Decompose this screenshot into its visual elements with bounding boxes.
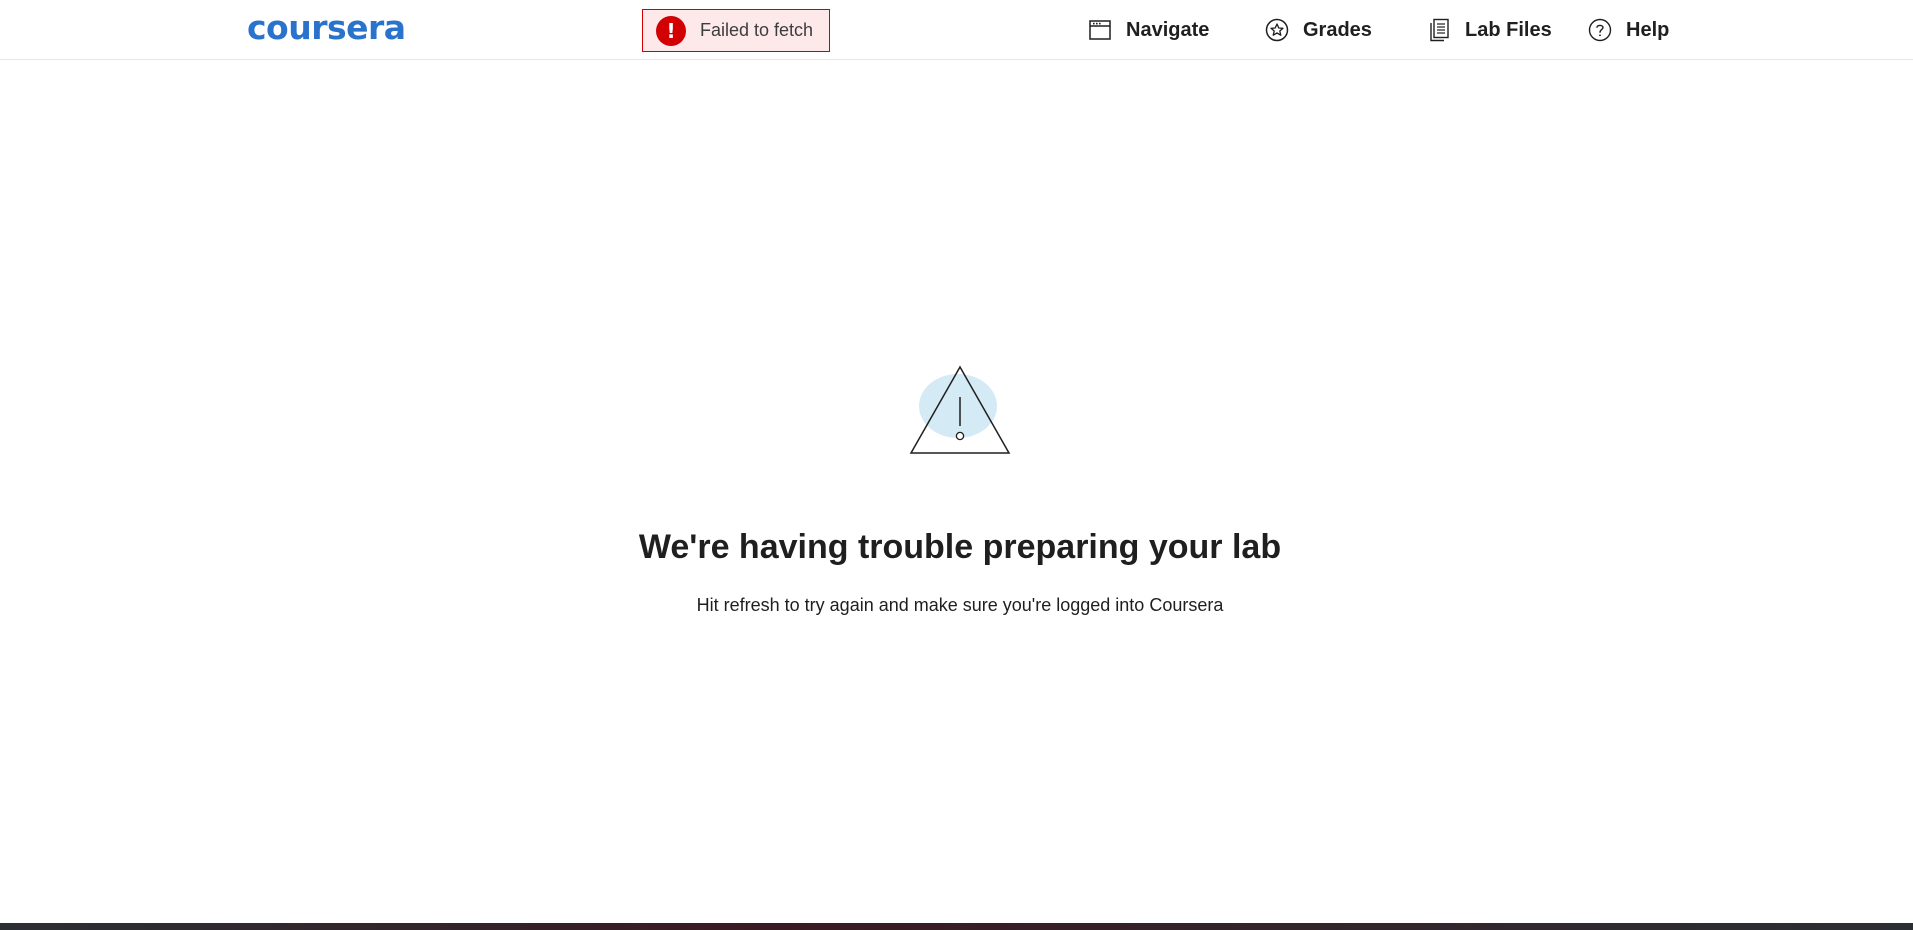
- warning-triangle-icon: [908, 364, 1012, 458]
- help-label: Help: [1626, 18, 1670, 41]
- error-heading: We're having trouble preparing your lab: [638, 528, 1282, 566]
- top-header: coursera ! Failed to fetch Navigate Grad…: [0, 0, 1913, 60]
- lab-error-page: coursera ! Failed to fetch Navigate Grad…: [0, 0, 1913, 930]
- coursera-logo[interactable]: coursera: [247, 6, 406, 50]
- error-toast: ! Failed to fetch: [642, 9, 830, 52]
- error-description: Hit refresh to try again and make sure y…: [696, 595, 1224, 615]
- exclamation-icon: !: [656, 15, 686, 46]
- navigate-label: Navigate: [1126, 18, 1210, 41]
- help-button[interactable]: Help: [1588, 14, 1669, 46]
- lab-files-button[interactable]: Lab Files: [1427, 14, 1552, 46]
- navigate-button[interactable]: Navigate: [1088, 14, 1209, 46]
- grades-button[interactable]: Grades: [1265, 14, 1372, 46]
- grades-label: Grades: [1303, 18, 1372, 41]
- question-circle-icon: [1588, 18, 1612, 42]
- navigate-window-icon: [1088, 18, 1112, 42]
- documents-icon: [1427, 18, 1451, 42]
- bottom-bar: [0, 923, 1913, 930]
- lab-files-label: Lab Files: [1465, 18, 1552, 41]
- error-toast-text: Failed to fetch: [700, 20, 814, 40]
- star-badge-icon: [1265, 18, 1289, 42]
